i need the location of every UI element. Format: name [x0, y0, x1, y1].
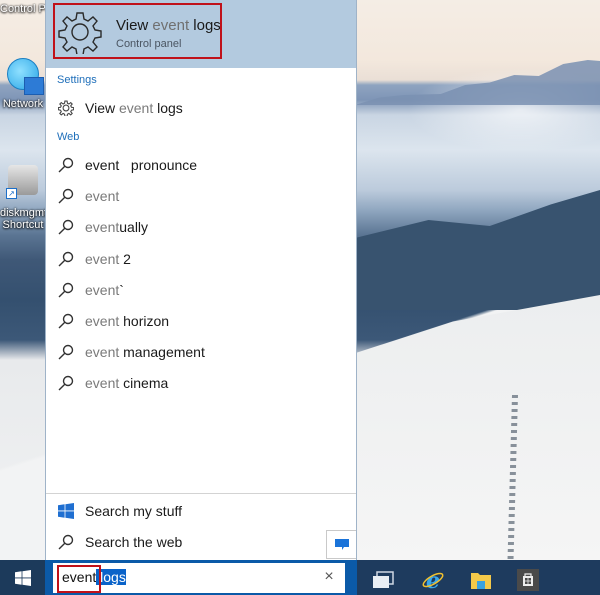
- search-icon: [57, 312, 75, 330]
- highlight-box: [53, 3, 222, 59]
- disk-management-icon: ↗: [6, 165, 38, 199]
- search-icon: [57, 156, 75, 174]
- file-explorer-button[interactable]: [469, 568, 493, 592]
- search-results-panel: View event logs Control panel Settings V…: [45, 0, 357, 560]
- feedback-button[interactable]: [326, 530, 356, 559]
- snow-slope: [355, 295, 600, 560]
- best-match-result[interactable]: View event logs Control panel: [46, 0, 356, 68]
- windows-logo-icon: [14, 569, 31, 586]
- desktop-icon-control-panel[interactable]: Control Panel: [0, 3, 46, 15]
- gear-icon: [57, 99, 75, 117]
- store-icon: [517, 569, 539, 591]
- start-button[interactable]: [0, 560, 45, 595]
- web-suggestion[interactable]: event pronounce: [46, 151, 356, 179]
- suggestion-label: event`: [85, 282, 124, 298]
- result-label: View event logs: [85, 100, 183, 116]
- search-input[interactable]: event logs ×: [53, 563, 345, 593]
- desktop-icon-diskmgmt[interactable]: ↗ diskmgmt Shortcut: [0, 165, 46, 231]
- highlight-box: [57, 565, 101, 593]
- network-globe-icon: [7, 58, 44, 95]
- internet-explorer-button[interactable]: e: [421, 568, 445, 592]
- web-suggestion[interactable]: event cinema: [46, 369, 356, 397]
- web-suggestion[interactable]: event management: [46, 338, 356, 366]
- search-my-stuff-button[interactable]: Search my stuff: [46, 497, 356, 525]
- clear-search-button[interactable]: ×: [321, 568, 337, 586]
- web-suggestion[interactable]: event 2: [46, 245, 356, 273]
- web-suggestion[interactable]: event`: [46, 276, 356, 304]
- section-heading-settings: Settings: [57, 74, 97, 86]
- feedback-icon: [334, 538, 349, 550]
- divider: [46, 493, 356, 494]
- suggestion-label: event: [85, 188, 120, 204]
- task-view-button[interactable]: [371, 568, 395, 592]
- section-heading-web: Web: [57, 131, 80, 143]
- suggestion-label: event pronounce: [85, 157, 198, 173]
- desktop-icon-label: Network: [2, 98, 44, 110]
- search-icon: [57, 250, 75, 268]
- suggestion-label: eventually: [85, 219, 149, 235]
- desktop-icon-label-line2: Shortcut: [2, 219, 44, 231]
- mountain-ridge: [355, 60, 600, 105]
- search-icon: [57, 343, 75, 361]
- settings-result-view-event-logs[interactable]: View event logs: [46, 94, 356, 122]
- forest-hill: [355, 190, 600, 310]
- web-suggestion[interactable]: event horizon: [46, 307, 356, 335]
- desktop-icon-label-line1: diskmgmt: [0, 207, 46, 219]
- suggestion-label: event management: [85, 344, 205, 360]
- search-my-stuff-label: Search my stuff: [85, 503, 183, 519]
- suggestion-label: event horizon: [85, 313, 170, 329]
- search-icon: [57, 374, 75, 392]
- web-suggestion[interactable]: eventually: [46, 213, 356, 241]
- search-the-web-button[interactable]: Search the web: [46, 528, 356, 556]
- folder-icon: [471, 573, 491, 589]
- internet-explorer-icon: e: [422, 568, 444, 592]
- shortcut-arrow-icon: ↗: [6, 188, 17, 199]
- search-icon: [57, 281, 75, 299]
- web-suggestion[interactable]: event: [46, 182, 356, 210]
- search-icon: [57, 533, 75, 551]
- task-view-icon: [373, 571, 394, 588]
- search-icon: [57, 218, 75, 236]
- windows-logo-icon: [57, 502, 75, 520]
- desktop-icon-network[interactable]: Network: [0, 58, 46, 110]
- svg-text:e: e: [426, 568, 440, 592]
- suggestion-label: event cinema: [85, 375, 169, 391]
- suggestion-label: event 2: [85, 251, 131, 267]
- search-icon: [57, 187, 75, 205]
- store-button[interactable]: [516, 568, 540, 592]
- search-the-web-label: Search the web: [85, 534, 183, 550]
